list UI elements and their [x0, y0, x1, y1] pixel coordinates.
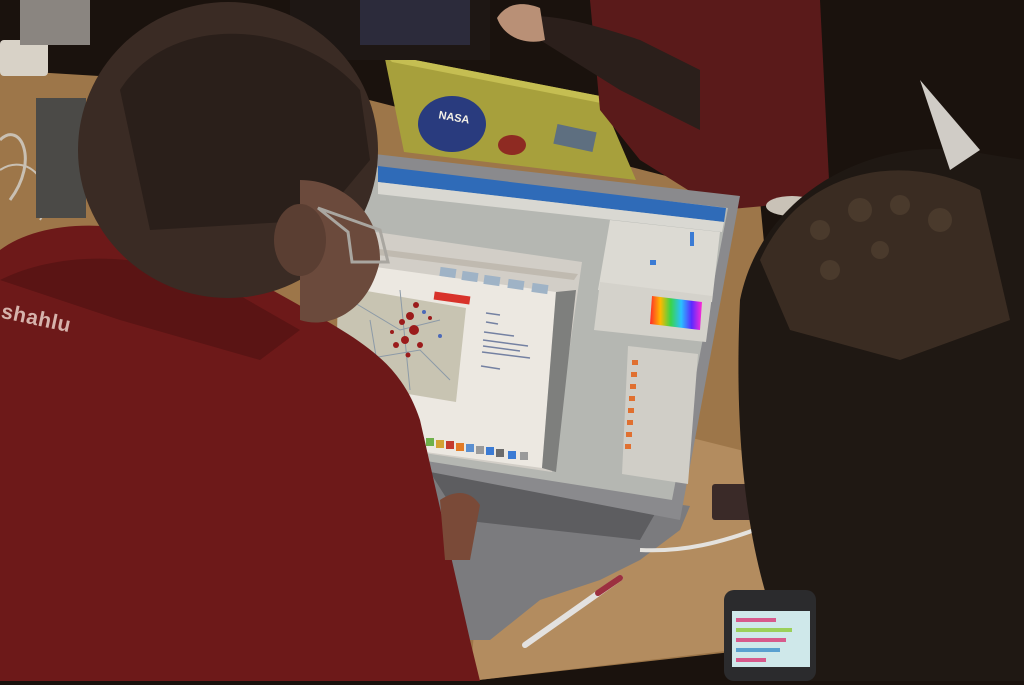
layers-palette [622, 346, 698, 484]
photo-scene: NASA shahlu [0, 0, 1024, 682]
scene-graphic [0, 0, 1024, 682]
